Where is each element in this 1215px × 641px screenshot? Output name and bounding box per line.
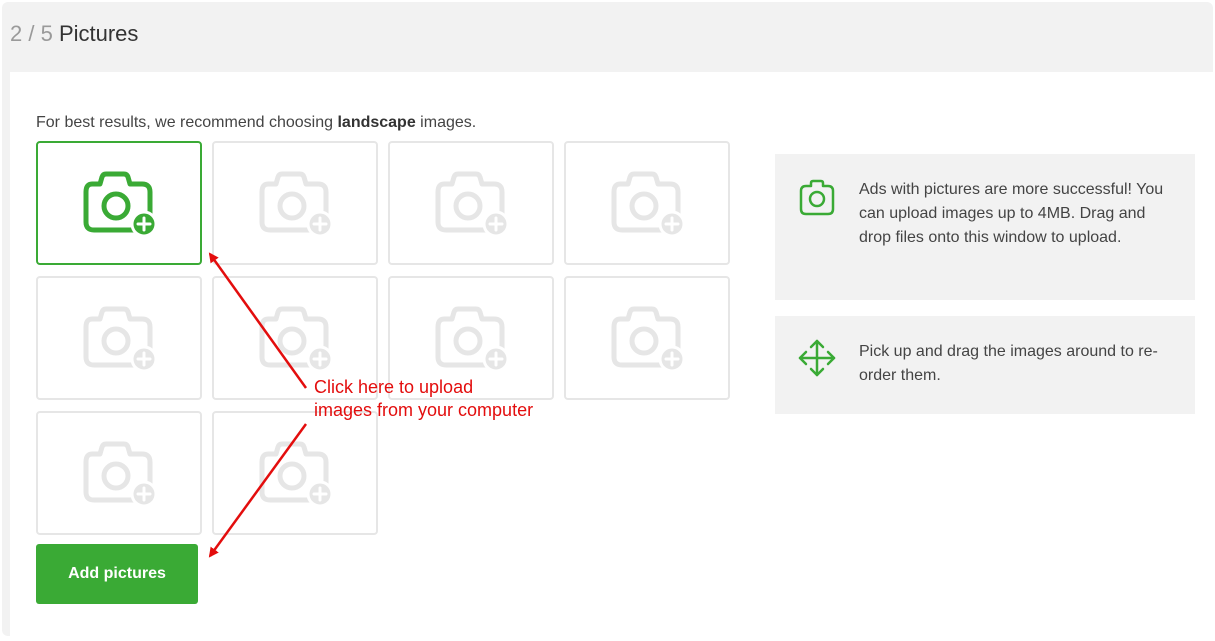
- intro-text: For best results, we recommend choosing …: [36, 113, 476, 133]
- camera-plus-icon: [259, 171, 334, 238]
- reorder-info-box: Pick up and drag the images around to re…: [775, 316, 1195, 414]
- upload-info-box: Ads with pictures are more successful! Y…: [775, 154, 1195, 300]
- pictures-panel: 2 / 5 Pictures For best results, we reco…: [2, 2, 1213, 636]
- picture-slot[interactable]: [36, 141, 202, 265]
- pictures-content: For best results, we recommend choosing …: [10, 72, 1213, 636]
- step-indicator: 2 / 5: [10, 21, 53, 46]
- add-pictures-button[interactable]: Add pictures: [36, 544, 198, 604]
- intro-text-start: For best results, we recommend choosing: [36, 114, 338, 131]
- picture-slot[interactable]: [36, 276, 202, 400]
- reorder-info-text: Pick up and drag the images around to re…: [859, 343, 1158, 384]
- camera-plus-icon: [83, 441, 158, 508]
- camera-plus-icon: [611, 171, 686, 238]
- camera-plus-icon: [435, 171, 510, 238]
- camera-plus-icon: [259, 441, 334, 508]
- picture-slot[interactable]: [564, 276, 730, 400]
- picture-slot[interactable]: [388, 141, 554, 265]
- panel-header: 2 / 5 Pictures: [10, 20, 138, 48]
- upload-info-text: Ads with pictures are more successful! Y…: [859, 181, 1164, 246]
- picture-slot[interactable]: [212, 141, 378, 265]
- picture-slot[interactable]: [212, 411, 378, 535]
- camera-plus-icon: [83, 171, 158, 238]
- camera-plus-icon: [611, 306, 686, 373]
- camera-plus-icon: [259, 306, 334, 373]
- camera-plus-icon: [83, 306, 158, 373]
- page-title: Pictures: [58, 21, 139, 46]
- picture-slot[interactable]: [36, 411, 202, 535]
- intro-text-end: images.: [415, 114, 477, 131]
- move-arrows-icon: [797, 338, 837, 383]
- camera-plus-icon: [435, 306, 510, 373]
- picture-slot[interactable]: [564, 141, 730, 265]
- camera-icon: [797, 178, 837, 223]
- intro-text-bold: landscape: [337, 114, 416, 131]
- upload-annotation: Click here to upload images from your co…: [314, 377, 534, 420]
